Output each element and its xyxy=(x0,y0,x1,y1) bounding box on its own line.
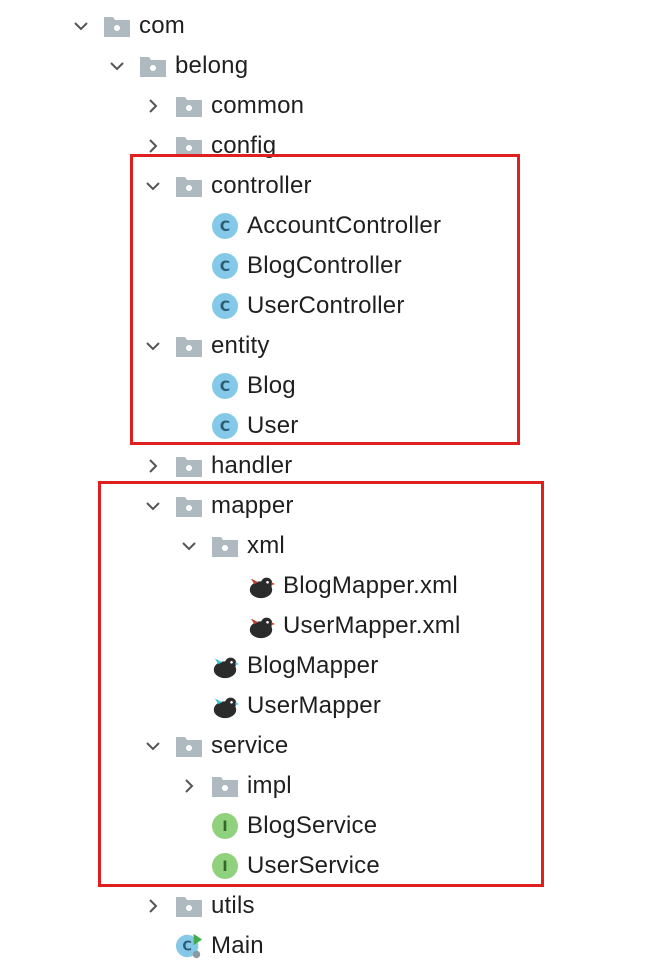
highlight-box-mapper-service xyxy=(98,481,544,887)
chevron-right-icon[interactable] xyxy=(139,886,167,926)
chevron-right-icon[interactable] xyxy=(139,86,167,126)
folder-icon xyxy=(175,892,203,920)
class-glyph: C xyxy=(182,940,192,955)
tree-item-label: com xyxy=(139,12,185,39)
tree-item-label: utils xyxy=(211,892,255,919)
tree-item-label: Main xyxy=(211,932,264,959)
tree-item-belong[interactable]: belong xyxy=(103,46,248,86)
tree-item-handler[interactable]: handler xyxy=(139,446,292,486)
project-tree: com belong common config controller C Ac… xyxy=(0,0,670,970)
chevron-down-icon[interactable] xyxy=(103,46,131,86)
chevron-right-icon[interactable] xyxy=(139,446,167,486)
tree-item-label: belong xyxy=(175,52,249,79)
chevron-down-icon[interactable] xyxy=(67,6,95,46)
folder-icon xyxy=(103,12,131,40)
folder-icon xyxy=(139,52,167,80)
highlight-box-controller-entity xyxy=(130,154,520,445)
folder-icon xyxy=(175,452,203,480)
tree-item-label: common xyxy=(211,92,305,119)
tree-item-utils[interactable]: utils xyxy=(139,886,255,926)
tree-item-common[interactable]: common xyxy=(139,86,304,126)
folder-icon xyxy=(175,92,203,120)
tree-item-label: handler xyxy=(211,452,293,479)
run-main-class-icon: C xyxy=(175,932,203,960)
tree-item-main[interactable]: C Main xyxy=(175,926,264,966)
tree-item-com[interactable]: com xyxy=(67,6,185,46)
